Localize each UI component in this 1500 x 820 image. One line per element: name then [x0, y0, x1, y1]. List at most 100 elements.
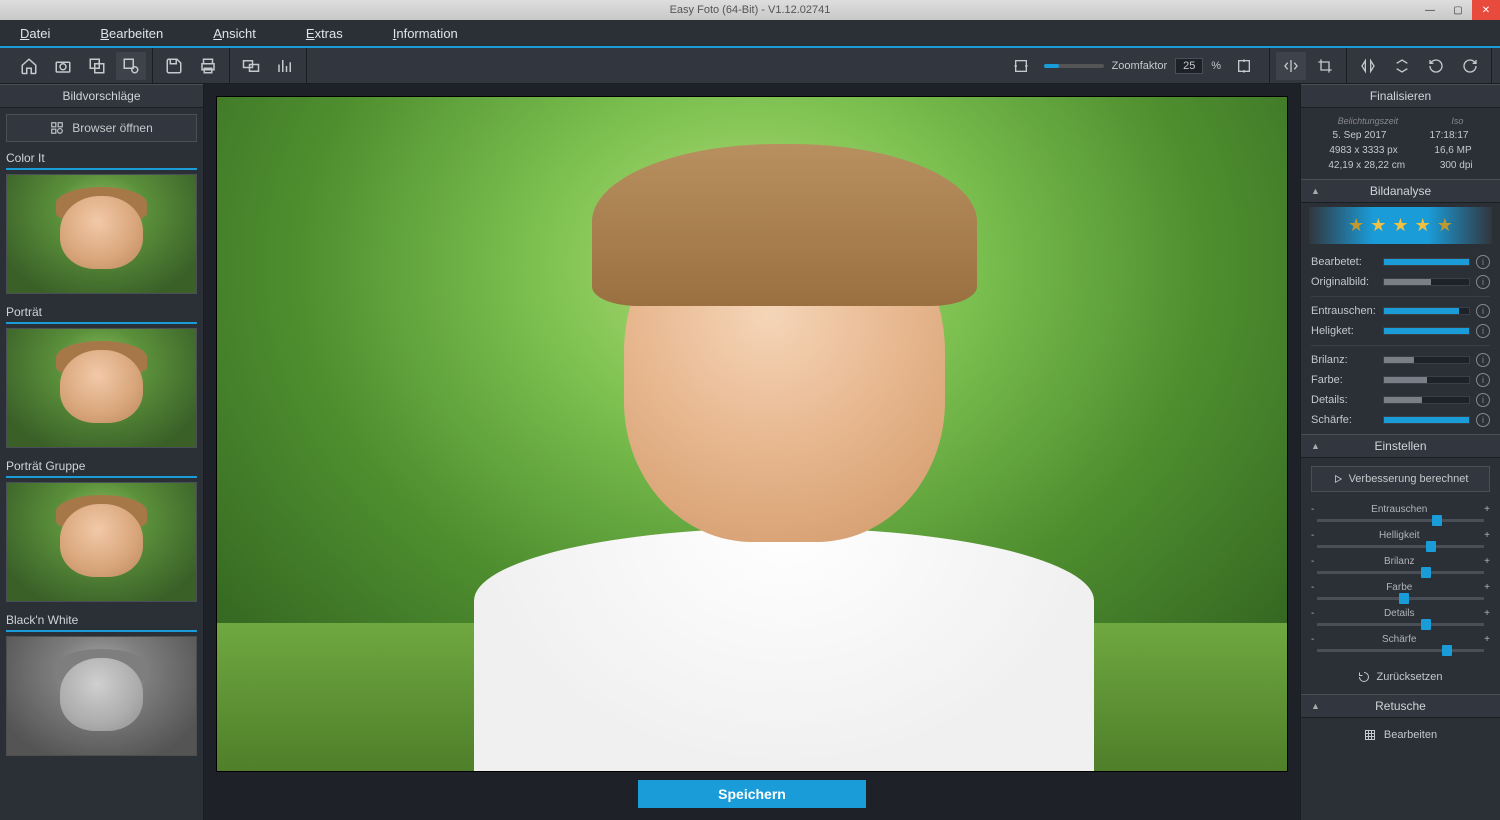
analysis-bar	[1383, 376, 1470, 384]
slider-row: - Details +	[1311, 606, 1490, 632]
canvas-image[interactable]	[216, 96, 1288, 772]
info-icon[interactable]: i	[1476, 373, 1490, 387]
preset-item[interactable]: Black'n White	[6, 610, 197, 756]
histogram-icon[interactable]	[270, 52, 300, 80]
slider-track[interactable]	[1317, 545, 1484, 548]
analysis-header[interactable]: ▲Bildanalyse	[1301, 179, 1500, 203]
zoom-fit-icon[interactable]	[1006, 52, 1036, 80]
slider-plus[interactable]: +	[1484, 504, 1490, 515]
analysis-row: Details: i	[1311, 390, 1490, 410]
slider-row: - Farbe +	[1311, 580, 1490, 606]
menu-bearbeiten[interactable]: Bearbeiten	[100, 26, 163, 41]
gear-stack-icon[interactable]	[116, 52, 146, 80]
minimize-button[interactable]: —	[1416, 0, 1444, 20]
star-rating[interactable]: ★ ★ ★ ★ ★	[1309, 207, 1492, 244]
info-icon[interactable]: i	[1476, 324, 1490, 338]
maximize-button[interactable]: ▢	[1444, 0, 1472, 20]
zoom-slider[interactable]	[1044, 64, 1104, 68]
menu-datei[interactable]: Datei	[20, 26, 50, 41]
flip-horizontal-icon[interactable]	[1276, 52, 1306, 80]
slider-label: Helligkeit	[1314, 530, 1484, 541]
analysis-bar	[1383, 356, 1470, 364]
open-browser-button[interactable]: Browser öffnen	[6, 114, 197, 142]
slider-label: Farbe	[1314, 582, 1484, 593]
reset-button[interactable]: Zurücksetzen	[1311, 666, 1490, 688]
toolbar: Zoomfaktor %	[0, 48, 1500, 84]
zoom-100-icon[interactable]	[1229, 52, 1259, 80]
flip-vertical-icon[interactable]	[1387, 52, 1417, 80]
analysis-bar	[1383, 278, 1470, 286]
preset-item[interactable]: Porträt Gruppe	[6, 456, 197, 602]
preset-item[interactable]: Color It	[6, 148, 197, 294]
browser-icon	[50, 121, 64, 135]
meta-size-cm: 42,19 x 28,22 cm	[1328, 160, 1405, 171]
preset-thumbnail[interactable]	[6, 482, 197, 602]
menu-extras[interactable]: Extras	[306, 26, 343, 41]
preset-thumbnail[interactable]	[6, 174, 197, 294]
star-icon: ★	[1415, 215, 1431, 236]
slider-plus[interactable]: +	[1484, 634, 1490, 645]
crop-icon[interactable]	[1310, 52, 1340, 80]
retouch-header[interactable]: ▲Retusche	[1301, 694, 1500, 718]
zoom-unit: %	[1211, 60, 1221, 72]
camera-icon[interactable]	[48, 52, 78, 80]
slider-track[interactable]	[1317, 623, 1484, 626]
analysis-row: Farbe: i	[1311, 370, 1490, 390]
adjust-header[interactable]: ▲Einstellen	[1301, 434, 1500, 458]
collapse-icon: ▲	[1311, 441, 1320, 451]
slider-track[interactable]	[1317, 571, 1484, 574]
window-title: Easy Foto (64-Bit) - V1.12.02741	[0, 4, 1500, 16]
menu-ansicht[interactable]: Ansicht	[213, 26, 256, 41]
zoom-input[interactable]	[1175, 58, 1203, 74]
stack-icon[interactable]	[82, 52, 112, 80]
finalize-header[interactable]: Finalisieren	[1301, 84, 1500, 108]
meta-dimensions: 4983 x 3333 px	[1329, 145, 1397, 156]
zoom-label: Zoomfaktor	[1112, 60, 1168, 72]
reset-label: Zurücksetzen	[1376, 671, 1442, 683]
info-icon[interactable]: i	[1476, 255, 1490, 269]
meta-time: 17:18:17	[1430, 130, 1469, 141]
home-button[interactable]	[14, 52, 44, 80]
slider-track[interactable]	[1317, 519, 1484, 522]
slider-track[interactable]	[1317, 597, 1484, 600]
slider-plus[interactable]: +	[1484, 608, 1490, 619]
retouch-label: Bearbeiten	[1384, 729, 1437, 741]
mirror-icon[interactable]	[1353, 52, 1383, 80]
menu-information[interactable]: Information	[393, 26, 458, 41]
star-icon: ★	[1437, 215, 1453, 236]
slider-track[interactable]	[1317, 649, 1484, 652]
collapse-icon: ▲	[1311, 701, 1320, 711]
analysis-bar	[1383, 307, 1470, 315]
preset-thumbnail[interactable]	[6, 636, 197, 756]
screens-icon[interactable]	[236, 52, 266, 80]
info-icon[interactable]: i	[1476, 353, 1490, 367]
preset-thumbnail[interactable]	[6, 328, 197, 448]
slider-plus[interactable]: +	[1484, 556, 1490, 567]
save-icon[interactable]	[159, 52, 189, 80]
analysis-row: Entrauschen: i	[1311, 301, 1490, 321]
info-icon[interactable]: i	[1476, 393, 1490, 407]
info-icon[interactable]: i	[1476, 275, 1490, 289]
preset-item[interactable]: Porträt	[6, 302, 197, 448]
save-button[interactable]: Speichern	[638, 780, 866, 808]
improve-button[interactable]: Verbesserung berechnet	[1311, 466, 1490, 492]
slider-plus[interactable]: +	[1484, 582, 1490, 593]
info-icon[interactable]: i	[1476, 304, 1490, 318]
slider-label: Entrauschen	[1314, 504, 1484, 515]
sidebar-right: Finalisieren BelichtungszeitIso 5. Sep 2…	[1300, 84, 1500, 820]
print-icon[interactable]	[193, 52, 223, 80]
analysis-bar	[1383, 396, 1470, 404]
meta-mp: 16,6 MP	[1434, 145, 1471, 156]
grid-icon	[1364, 729, 1376, 741]
retouch-edit-button[interactable]: Bearbeiten	[1311, 724, 1490, 746]
slider-plus[interactable]: +	[1484, 530, 1490, 541]
rotate-right-icon[interactable]	[1455, 52, 1485, 80]
slider-row: - Entrauschen +	[1311, 502, 1490, 528]
info-icon[interactable]: i	[1476, 413, 1490, 427]
rotate-left-icon[interactable]	[1421, 52, 1451, 80]
analysis-row: Schärfe: i	[1311, 410, 1490, 430]
exposure-label: Belichtungszeit	[1338, 116, 1399, 126]
slider-label: Brilanz	[1314, 556, 1484, 567]
close-button[interactable]: ✕	[1472, 0, 1500, 20]
iso-label: Iso	[1451, 116, 1463, 126]
